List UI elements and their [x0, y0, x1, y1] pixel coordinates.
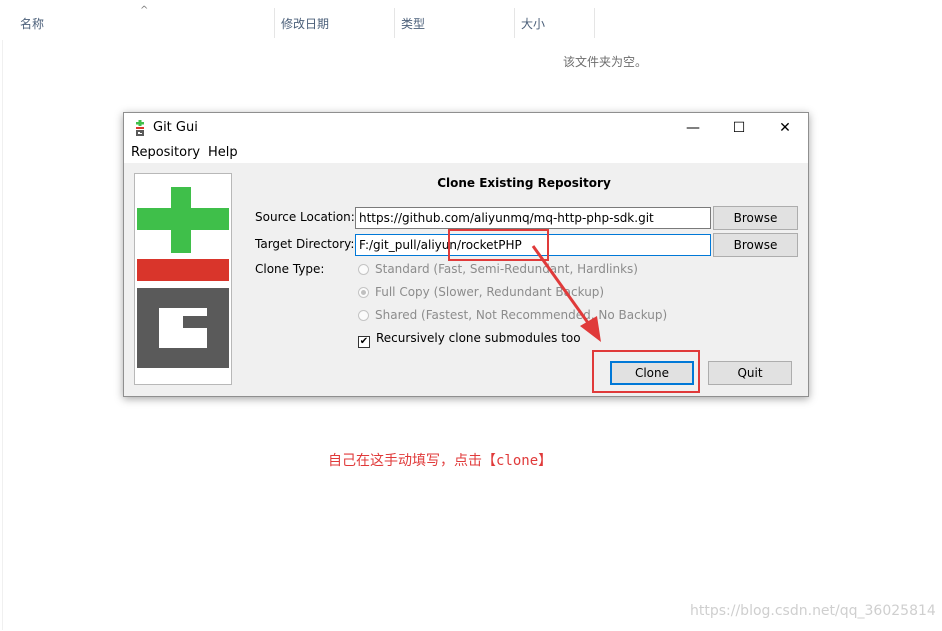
annotation-text: 自己在这手动填写，点击【clone】: [328, 453, 553, 469]
watermark: https://blog.csdn.net/qq_36025814: [690, 603, 936, 619]
arrow-head-icon: [580, 316, 601, 342]
annotation-arrow: [531, 245, 601, 342]
